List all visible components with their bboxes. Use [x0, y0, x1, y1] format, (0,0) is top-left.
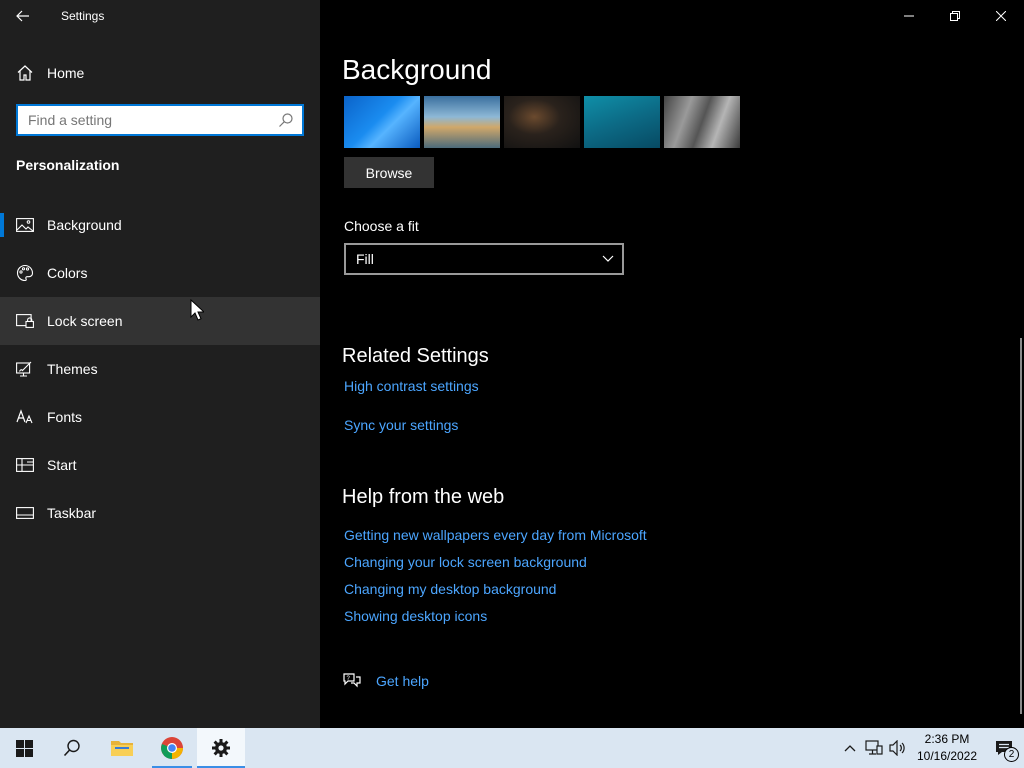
browse-button[interactable]: Browse	[344, 157, 434, 188]
taskbar-icon	[16, 504, 34, 522]
close-button[interactable]	[978, 0, 1024, 32]
network-icon	[865, 740, 883, 755]
settings-window: Settings Home Personalization Background	[0, 0, 1024, 728]
section-title: Personalization	[16, 157, 120, 173]
taskbar: 2:36 PM 10/16/2022 2	[0, 728, 1024, 768]
notification-badge: 2	[1004, 747, 1019, 762]
sidebar-nav: Background Colors Lock screen Themes Fon…	[0, 201, 320, 537]
palette-icon	[16, 264, 34, 282]
fit-dropdown[interactable]: Fill	[344, 243, 624, 275]
sidebar-item-colors[interactable]: Colors	[0, 249, 320, 297]
sidebar-item-fonts[interactable]: Fonts	[0, 393, 320, 441]
speaker-icon	[889, 740, 905, 756]
help-link[interactable]: Changing your lock screen background	[344, 554, 587, 570]
gear-icon	[212, 739, 230, 757]
related-settings-heading: Related Settings	[342, 345, 489, 367]
sidebar-item-label: Home	[47, 65, 85, 81]
get-help-button[interactable]: ? Get help	[342, 672, 429, 690]
chat-help-icon: ?	[343, 673, 361, 688]
sidebar-item-themes[interactable]: Themes	[0, 345, 320, 393]
picture-icon	[16, 216, 34, 234]
start-button[interactable]	[0, 728, 48, 768]
minimize-button[interactable]	[886, 0, 932, 32]
volume-button[interactable]	[886, 728, 910, 768]
recent-images	[344, 96, 740, 148]
sidebar-item-home[interactable]: Home	[0, 54, 320, 92]
windows-logo-icon	[15, 739, 33, 757]
window-controls	[886, 0, 1024, 32]
home-icon	[17, 65, 33, 81]
sync-settings-link[interactable]: Sync your settings	[344, 417, 458, 433]
show-hidden-icons-button[interactable]	[838, 728, 862, 768]
help-heading: Help from the web	[342, 486, 505, 508]
fit-dropdown-value: Fill	[356, 251, 374, 267]
sidebar-item-label: Start	[47, 457, 77, 473]
title-bar: Settings	[0, 0, 320, 32]
fit-label: Choose a fit	[344, 218, 419, 234]
search-icon	[279, 113, 293, 127]
lock-screen-icon	[16, 312, 34, 330]
sidebar-item-label: Colors	[47, 265, 88, 281]
help-link[interactable]: Changing my desktop background	[344, 581, 556, 597]
sidebar-item-background[interactable]: Background	[0, 201, 320, 249]
wallpaper-thumbnail[interactable]	[664, 96, 740, 148]
help-link[interactable]: Getting new wallpapers every day from Mi…	[344, 527, 647, 543]
folder-icon	[111, 741, 133, 756]
scrollbar[interactable]	[1020, 338, 1022, 714]
chevron-down-icon	[602, 255, 614, 262]
fonts-icon	[16, 408, 34, 426]
sidebar-item-taskbar[interactable]: Taskbar	[0, 489, 320, 537]
mouse-pointer-icon	[190, 299, 204, 321]
high-contrast-link[interactable]: High contrast settings	[344, 378, 479, 394]
file-explorer-button[interactable]	[98, 728, 146, 768]
sidebar-item-label: Lock screen	[47, 313, 123, 329]
selection-indicator	[0, 213, 4, 237]
back-arrow-icon	[16, 10, 29, 22]
get-help-label: Get help	[376, 673, 429, 689]
system-tray: 2:36 PM 10/16/2022 2	[838, 728, 1024, 768]
search-field[interactable]	[16, 104, 304, 136]
taskbar-search-button[interactable]	[48, 728, 96, 768]
sidebar: Settings Home Personalization Background	[0, 0, 320, 728]
chrome-button[interactable]	[148, 728, 196, 768]
wallpaper-thumbnail[interactable]	[504, 96, 580, 148]
restore-icon	[950, 11, 960, 21]
sidebar-item-lock-screen[interactable]: Lock screen	[0, 297, 320, 345]
search-input[interactable]	[28, 112, 278, 128]
app-title: Settings	[61, 9, 105, 23]
chrome-icon	[161, 737, 183, 759]
back-button[interactable]	[0, 0, 46, 32]
taskbar-clock[interactable]: 2:36 PM 10/16/2022	[910, 731, 984, 765]
sidebar-item-label: Fonts	[47, 409, 83, 425]
search-icon	[63, 739, 80, 757]
wallpaper-thumbnail[interactable]	[424, 96, 500, 148]
wallpaper-thumbnail[interactable]	[584, 96, 660, 148]
sidebar-item-start[interactable]: Start	[0, 441, 320, 489]
wallpaper-thumbnail[interactable]	[344, 96, 420, 148]
chevron-up-icon	[844, 745, 856, 752]
page-title: Background	[342, 54, 492, 85]
settings-taskbar-button[interactable]	[197, 728, 245, 768]
close-icon	[996, 11, 1006, 21]
main-content: Background Browse Choose a fit Fill Rela…	[320, 0, 1024, 728]
sidebar-item-label: Taskbar	[47, 505, 97, 521]
help-link[interactable]: Showing desktop icons	[344, 608, 487, 624]
clock-date: 10/16/2022	[916, 749, 978, 763]
sidebar-item-label: Background	[47, 217, 122, 233]
network-button[interactable]	[862, 728, 886, 768]
clock-time: 2:36 PM	[924, 732, 970, 746]
start-icon	[16, 456, 34, 474]
restore-button[interactable]	[932, 0, 978, 32]
minimize-icon	[904, 15, 914, 17]
brush-icon	[16, 360, 34, 378]
sidebar-item-label: Themes	[47, 361, 98, 377]
action-center-button[interactable]: 2	[984, 728, 1024, 768]
